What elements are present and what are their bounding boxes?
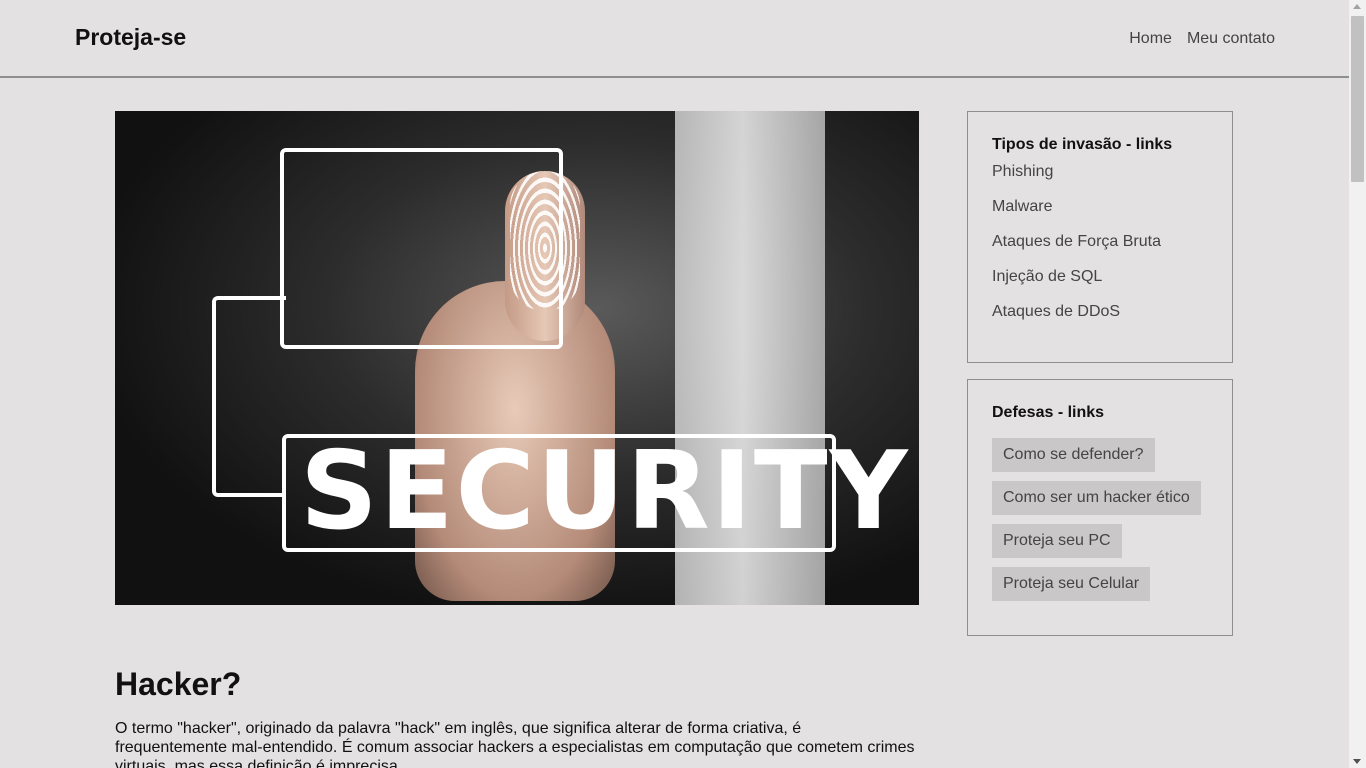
- article-title: Hacker?: [115, 666, 242, 702]
- scroll-thumb[interactable]: [1351, 16, 1364, 182]
- link-brute-force[interactable]: Ataques de Força Bruta: [992, 232, 1208, 267]
- link-sql-injection[interactable]: Injeção de SQL: [992, 267, 1208, 302]
- defenses-panel: Defesas - links Como se defender? Como s…: [967, 379, 1233, 636]
- button-how-to-defend[interactable]: Como se defender?: [992, 438, 1155, 472]
- frame-left: [212, 296, 286, 497]
- vertical-scrollbar[interactable]: [1349, 0, 1366, 768]
- button-protect-pc[interactable]: Proteja seu PC: [992, 524, 1122, 558]
- link-phishing[interactable]: Phishing: [992, 162, 1208, 197]
- page: Proteja-se Home Meu contato SECURITY Hac…: [0, 0, 1349, 768]
- site-header: Proteja-se Home Meu contato: [0, 0, 1349, 78]
- top-nav: Home Meu contato: [1129, 30, 1275, 48]
- security-text: SECURITY: [300, 429, 910, 554]
- brand-logo[interactable]: Proteja-se: [75, 24, 186, 51]
- defenses-panel-title: Defesas - links: [992, 404, 1105, 421]
- scroll-down-arrow-icon[interactable]: [1353, 759, 1361, 764]
- invasion-links: Phishing Malware Ataques de Força Bruta …: [992, 162, 1208, 337]
- frame-top: [280, 148, 563, 349]
- button-protect-phone[interactable]: Proteja seu Celular: [992, 567, 1151, 601]
- scroll-up-arrow-icon[interactable]: [1353, 4, 1361, 9]
- article-paragraph: O termo "hacker", originado da palavra "…: [115, 720, 915, 768]
- button-ethical-hacker[interactable]: Como ser um hacker ético: [992, 481, 1201, 515]
- link-malware[interactable]: Malware: [992, 197, 1208, 232]
- hero-image: SECURITY: [115, 111, 919, 605]
- nav-contact-link[interactable]: Meu contato: [1187, 30, 1275, 48]
- nav-home-link[interactable]: Home: [1129, 30, 1172, 48]
- invasion-panel-title: Tipos de invasão - links: [992, 136, 1173, 153]
- defense-buttons: Como se defender? Como ser um hacker éti…: [992, 438, 1208, 601]
- link-ddos[interactable]: Ataques de DDoS: [992, 302, 1208, 337]
- invasion-panel: Tipos de invasão - links Phishing Malwar…: [967, 111, 1233, 363]
